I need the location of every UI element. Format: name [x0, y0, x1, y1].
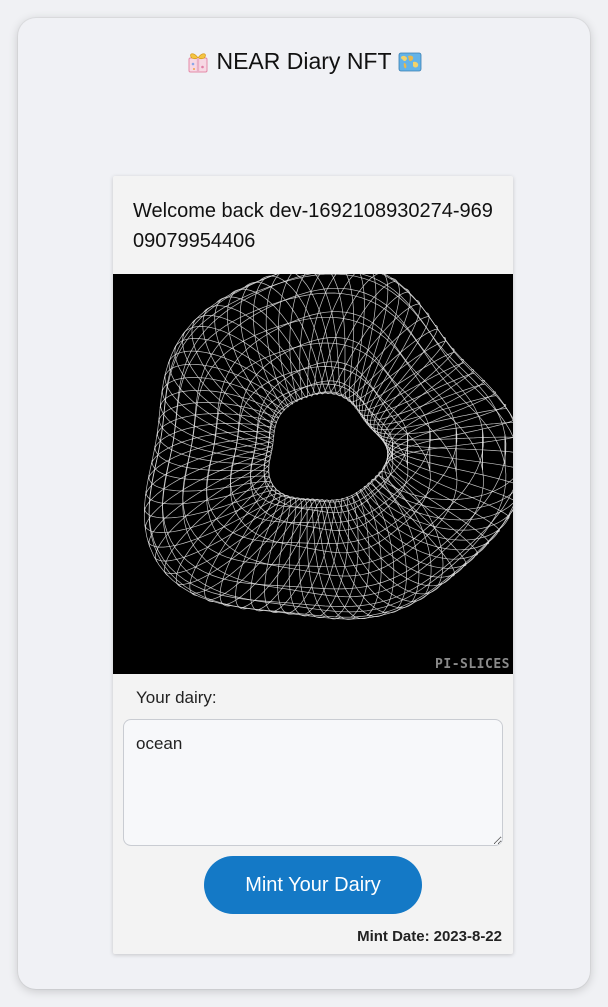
nft-artwork-image: PI-SLICES — [113, 274, 513, 674]
artwork-watermark: PI-SLICES — [435, 657, 510, 672]
dairy-label: Your dairy: — [136, 688, 217, 707]
mint-date-value: 2023-8-22 — [433, 928, 502, 945]
torus-parallel — [182, 287, 484, 598]
ribbon-bow-icon — [186, 50, 210, 74]
torus-meridian — [356, 274, 475, 416]
dairy-textarea[interactable] — [123, 719, 503, 846]
wireframe-torus-graphic — [143, 274, 513, 620]
app-header: NEAR Diary NFT — [18, 48, 590, 75]
page-title: NEAR Diary NFT — [216, 48, 392, 74]
world-map-icon — [398, 50, 422, 74]
torus-parallel — [230, 337, 431, 554]
mint-button[interactable]: Mint Your Dairy — [204, 856, 422, 914]
torus-meridian — [387, 391, 496, 545]
torus-meridian — [378, 471, 513, 586]
mint-date: Mint Date: 2023-8-22 — [357, 928, 502, 945]
torus-meridian — [367, 299, 513, 435]
app-window: NEAR Diary NFT Welcome back dev-16921089… — [18, 18, 590, 989]
torus-meridian — [370, 312, 513, 441]
torus-meridian — [145, 344, 274, 496]
torus-parallel — [263, 392, 394, 501]
torus-meridian — [173, 274, 306, 402]
diary-card: Welcome back dev-1692108930274-969090799… — [113, 176, 513, 954]
torus-meridian — [359, 274, 486, 421]
torus-meridian — [381, 437, 513, 577]
welcome-message: Welcome back dev-1692108930274-969090799… — [133, 200, 493, 252]
torus-meridian — [304, 498, 455, 615]
torus-meridian — [145, 485, 277, 610]
mint-date-label: Mint Date: — [357, 928, 430, 945]
